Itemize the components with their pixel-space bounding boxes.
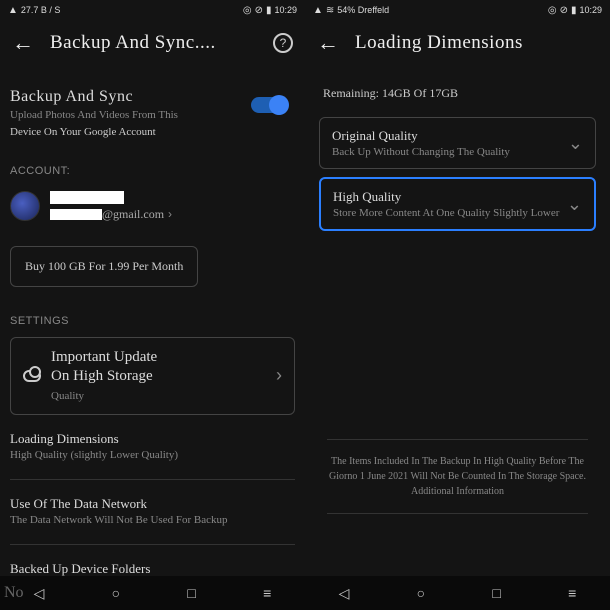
remaining-storage: Remaining: 14GB Of 17GB [323,86,600,101]
battery-icon: ▮ [571,5,577,16]
account-email-redacted [50,209,102,220]
vibrate-icon: ◎ [548,5,557,16]
app-bar: ← Loading Dimensions [305,20,610,66]
account-row[interactable]: @gmail.com› [10,191,295,222]
nav-back-icon[interactable]: ◁ [339,585,350,602]
chevron-down-icon: ⌄ [568,133,583,154]
status-bar: ▲ ≋ 54% Dreffeld ◎ ⊘ ▮ 10:29 [305,0,610,20]
battery-icon: ▮ [266,5,272,16]
clock: 10:29 [274,5,297,15]
backup-sync-toggle[interactable] [251,97,287,113]
alarm-off-icon: ⊘ [560,5,568,16]
loading-dimensions-item[interactable]: Loading Dimensions High Quality (slightl… [10,431,295,471]
chevron-down-icon: › [168,207,172,221]
chevron-right-icon: › [276,365,282,386]
important-update-card[interactable]: Important Update On High Storage Quality… [10,337,295,415]
help-icon[interactable]: ? [273,33,293,53]
page-title: Loading Dimensions [355,32,598,54]
data-network-item[interactable]: Use Of The Data Network The Data Network… [10,496,295,536]
nav-recent-icon[interactable]: □ [492,585,500,601]
signal-icon: ▲ [8,5,18,16]
network-speed: 27.7 B / S [21,5,61,15]
option-original-quality[interactable]: Original Quality Back Up Without Changin… [319,117,596,169]
nav-menu-icon[interactable]: ≡ [568,585,576,601]
vibrate-icon: ◎ [243,5,252,16]
device-folders-item[interactable]: Backed Up Device Folders [10,561,295,576]
nav-back-icon[interactable]: ◁ [34,585,45,602]
status-bar: ▲ 27.7 B / S ◎ ⊘ ▮ 10:29 [0,0,305,20]
navigation-bar: ◁ ○ □ ≡ [305,576,610,610]
backup-sync-toggle-row[interactable]: Backup And Sync Upload Photos And Videos… [10,70,295,141]
page-title: Backup And Sync.... [50,32,257,54]
back-icon[interactable]: ← [317,30,339,56]
navigation-bar: No ◁ ○ □ ≡ [0,576,305,610]
buy-storage-button[interactable]: Buy 100 GB For 1.99 Per Month [10,246,198,287]
footnote: The Items Included In The Backup In High… [327,454,588,499]
cloud-icon [23,370,41,382]
nav-home-icon[interactable]: ○ [417,585,425,601]
settings-label: SETTINGS [10,315,295,327]
screen-backup-sync: ▲ 27.7 B / S ◎ ⊘ ▮ 10:29 ← Backup And Sy… [0,0,305,610]
clock: 10:29 [579,5,602,15]
chevron-down-icon: ⌄ [567,194,582,215]
backup-sync-heading: Backup And Sync [10,88,178,106]
account-name-redacted [50,191,124,204]
screen-loading-dimensions: ▲ ≋ 54% Dreffeld ◎ ⊘ ▮ 10:29 ← Loading D… [305,0,610,610]
nav-home-icon[interactable]: ○ [112,585,120,601]
signal-icon: ▲ [313,5,323,16]
app-bar: ← Backup And Sync.... ? [0,20,305,66]
wifi-icon: ≋ [326,5,334,16]
network-label: 54% Dreffeld [337,5,389,15]
account-label: ACCOUNT: [10,165,295,177]
option-high-quality[interactable]: High Quality Store More Content At One Q… [319,177,596,231]
alarm-off-icon: ⊘ [255,5,263,16]
nav-recent-icon[interactable]: □ [187,585,195,601]
nav-menu-icon[interactable]: ≡ [263,585,271,601]
back-icon[interactable]: ← [12,30,34,56]
avatar [10,191,40,221]
